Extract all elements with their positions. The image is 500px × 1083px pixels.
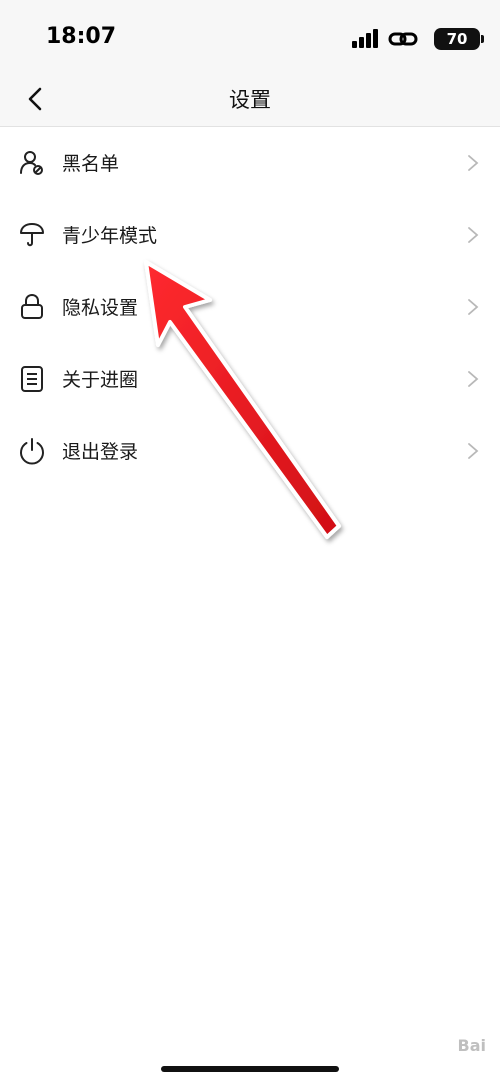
status-time: 18:07: [46, 24, 117, 49]
menu-item-privacy[interactable]: 隐私设置: [0, 271, 500, 343]
menu-item-label: 青少年模式: [62, 225, 158, 247]
home-indicator[interactable]: [161, 1066, 339, 1072]
chevron-right-icon: [468, 299, 479, 315]
link-icon: [388, 32, 418, 46]
menu-item-about[interactable]: 关于进圈: [0, 343, 500, 415]
chevron-right-icon: [468, 371, 479, 387]
menu-item-blacklist[interactable]: 黑名单: [0, 127, 500, 199]
chevron-right-icon: [468, 227, 479, 243]
lock-icon: [21, 293, 43, 319]
battery-icon: 70: [434, 28, 484, 50]
menu-item-logout[interactable]: 退出登录: [0, 415, 500, 487]
menu-item-label: 隐私设置: [62, 297, 139, 319]
umbrella-icon: [20, 223, 44, 247]
status-bar: 18:07 70: [0, 0, 500, 72]
signal-icon: [352, 29, 378, 48]
chevron-right-icon: [468, 155, 479, 171]
watermark: Bai: [457, 1036, 486, 1055]
power-icon: [20, 438, 44, 465]
page-title: 设置: [229, 88, 271, 112]
menu-item-label: 关于进圈: [62, 369, 139, 391]
menu-item-teen-mode[interactable]: 青少年模式: [0, 199, 500, 271]
chevron-right-icon: [468, 443, 479, 459]
user-block-icon: [20, 151, 43, 175]
menu-item-label: 退出登录: [62, 441, 139, 463]
document-icon: [21, 366, 43, 392]
menu-item-label: 黑名单: [62, 153, 120, 175]
settings-menu: 黑名单 青少年模式 隐私设置 关于进圈 退出登录: [0, 127, 500, 487]
nav-bar: 设置: [0, 72, 500, 127]
